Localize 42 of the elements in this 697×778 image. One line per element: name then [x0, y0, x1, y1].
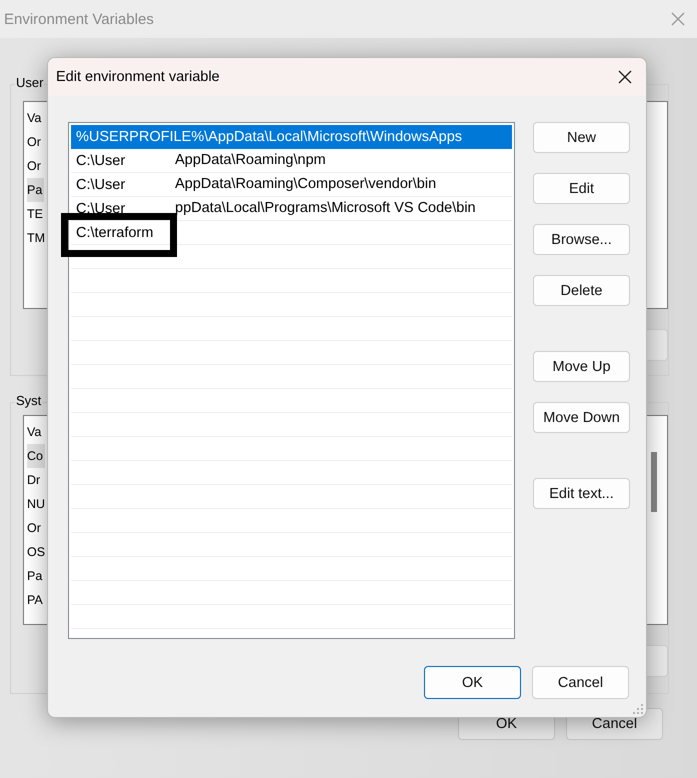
action-button[interactable]: Browse...	[533, 224, 630, 255]
action-button[interactable]: Delete	[533, 275, 630, 306]
ok-button[interactable]: OK	[424, 666, 521, 699]
list-item[interactable]: Pa	[27, 564, 44, 588]
dialog-title: Edit environment variable	[56, 69, 220, 85]
path-text: ppData\Local\Programs\Microsoft VS Code\bin	[175, 200, 476, 216]
action-button[interactable]: Move Down	[533, 402, 630, 433]
window-title: Environment Variables	[4, 10, 154, 28]
list-item[interactable]: Dr	[27, 468, 42, 492]
path-text: C:\User	[76, 176, 126, 192]
list-item[interactable]: Or	[27, 154, 43, 178]
scrollbar-thumb[interactable]	[651, 452, 657, 512]
resize-grip-icon[interactable]	[633, 704, 643, 714]
group-label: Syst	[15, 393, 42, 408]
list-item[interactable]: Pa	[27, 178, 44, 202]
cancel-button[interactable]: Cancel	[532, 666, 629, 699]
list-item[interactable]: Co	[27, 444, 45, 468]
path-text: C:\User	[76, 152, 126, 168]
path-list[interactable]: %USERPROFILE%\AppData\Local\Microsoft\WindowsApps C:\User AppData\Roaming\npm C:\User AppData\Roaming\Composer\vendor\bin C:\User ppData\Local\Programs\Microsoft VS Code\bin C:\terraform	[68, 122, 515, 639]
list-item[interactable]: TE	[27, 202, 45, 226]
close-icon[interactable]	[618, 70, 632, 84]
list-row[interactable]: %USERPROFILE%\AppData\Local\Microsoft\WindowsApps	[71, 125, 512, 149]
path-text: C:\User	[76, 200, 126, 216]
list-item[interactable]: Or	[27, 516, 43, 540]
column-header[interactable]: Va	[27, 420, 44, 444]
list-item[interactable]: PA	[27, 588, 45, 612]
action-button[interactable]: Edit	[533, 173, 630, 204]
action-button[interactable]: New	[533, 122, 630, 153]
list-item[interactable]: Or	[27, 130, 43, 154]
list-item[interactable]: NU	[27, 492, 48, 516]
path-text: AppData\Roaming\npm	[175, 152, 326, 168]
list-item[interactable]: OS	[27, 540, 48, 564]
action-button[interactable]: Move Up	[533, 351, 630, 382]
list-row[interactable]: C:\User AppData\Roaming\npm	[71, 149, 512, 173]
list-row[interactable]: C:\terraform	[71, 221, 512, 245]
action-button[interactable]: Edit text...	[533, 478, 630, 509]
list-row[interactable]: C:\User ppData\Local\Programs\Microsoft VS Code\bin	[71, 197, 512, 221]
path-text: AppData\Roaming\Composer\vendor\bin	[175, 176, 436, 192]
column-header[interactable]: Va	[27, 106, 44, 130]
list-row[interactable]: C:\User AppData\Roaming\Composer\vendor\bin	[71, 173, 512, 197]
group-label: User	[15, 75, 44, 90]
list-item[interactable]: TM	[27, 226, 48, 250]
